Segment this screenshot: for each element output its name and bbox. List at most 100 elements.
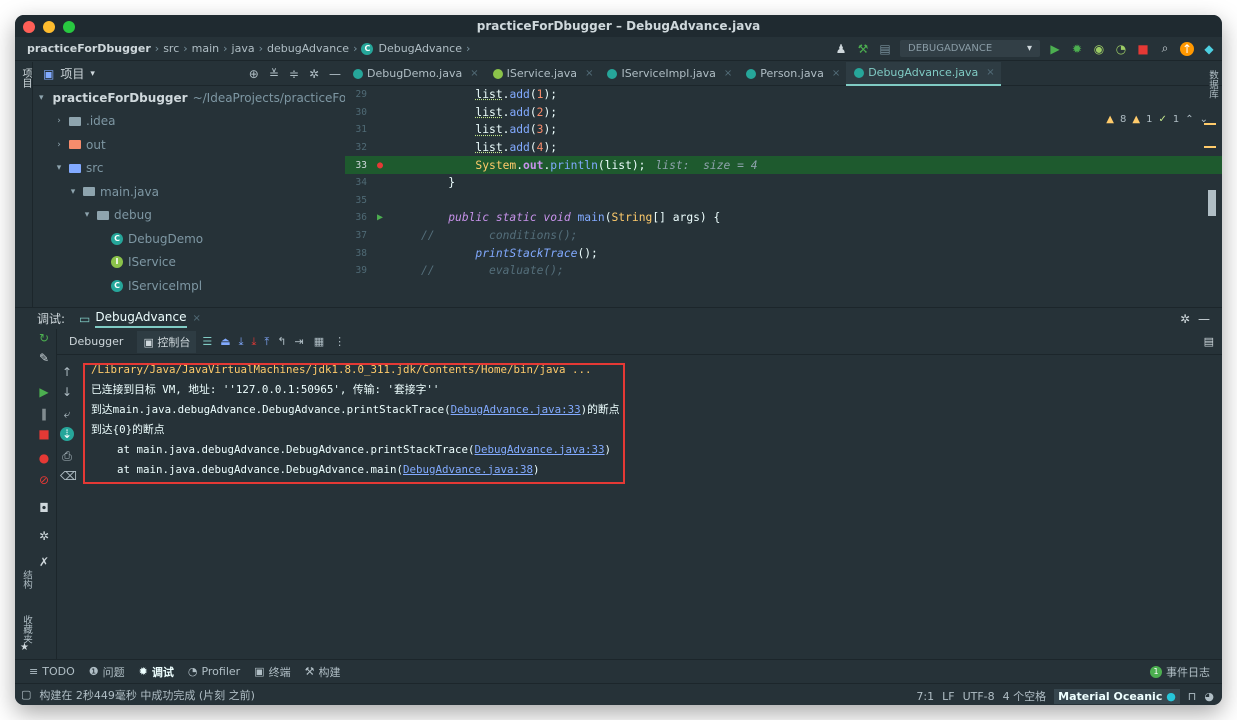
debug-session-tab[interactable]: DebugAdvance bbox=[95, 310, 187, 328]
close-icon[interactable]: × bbox=[724, 68, 732, 79]
theme-widget[interactable]: Material Oceanic ● bbox=[1054, 688, 1180, 704]
tool-tab-3[interactable]: ◔ Profiler bbox=[188, 665, 240, 678]
hide-icon[interactable]: — bbox=[329, 67, 341, 81]
line-number[interactable]: 33 bbox=[345, 160, 373, 171]
tree-item[interactable]: › out bbox=[33, 133, 345, 157]
breakpoint-icon[interactable]: ● bbox=[373, 160, 421, 171]
locate-icon[interactable]: ⊕ bbox=[249, 67, 259, 81]
code-line[interactable]: 34 } bbox=[345, 174, 1222, 192]
step-into-icon[interactable]: ⤓ bbox=[252, 335, 257, 349]
tree-item[interactable]: C IServiceImpl bbox=[33, 274, 345, 298]
arrow-down-icon[interactable]: ↓ bbox=[60, 385, 74, 399]
search-icon[interactable]: ⌕ bbox=[1158, 41, 1172, 56]
database-tool-button[interactable]: 数据库 bbox=[1205, 70, 1219, 99]
tree-item[interactable]: ▾ main.java bbox=[33, 180, 345, 204]
tool-tab-2[interactable]: ✹ 调试 bbox=[139, 664, 174, 680]
close-icon[interactable]: × bbox=[832, 68, 840, 79]
tree-item[interactable]: C DebugDemo bbox=[33, 227, 345, 251]
project-tool-button[interactable]: 项目 bbox=[18, 68, 33, 88]
status-message[interactable]: 构建在 2秒449毫秒 中成功完成 (片刻 之前) bbox=[39, 687, 255, 703]
resume-icon[interactable]: ▶ bbox=[37, 385, 51, 399]
breakpoints-icon[interactable]: ● bbox=[37, 451, 51, 465]
trace-icon[interactable]: ⋮ bbox=[334, 335, 345, 348]
evaluate-icon[interactable]: ▦ bbox=[314, 335, 324, 348]
caret-position[interactable]: 7:1 bbox=[916, 690, 934, 703]
tab-console[interactable]: ▣ 控制台 bbox=[137, 330, 197, 353]
indent-setting[interactable]: 4 个空格 bbox=[1003, 688, 1047, 704]
user-icon[interactable]: ♟ bbox=[834, 42, 848, 56]
run-gutter-icon[interactable]: ▶ bbox=[373, 212, 421, 223]
layout-icon[interactable]: ▤ bbox=[1204, 335, 1214, 348]
breadcrumb-item[interactable]: DebugAdvance bbox=[378, 42, 462, 55]
breadcrumb-item[interactable]: practiceForDbugger bbox=[27, 42, 151, 55]
print-icon[interactable]: ⎙ bbox=[60, 449, 74, 464]
editor-tab[interactable]: DebugAdvance.java × bbox=[846, 62, 1001, 86]
warning-marker[interactable] bbox=[1204, 146, 1216, 148]
chevron-down-icon[interactable]: ▾ bbox=[67, 187, 79, 197]
run-icon[interactable]: ▶ bbox=[1048, 42, 1062, 56]
tree-item[interactable]: ▾ src bbox=[33, 157, 345, 181]
line-number[interactable]: 34 bbox=[345, 177, 373, 188]
gear-icon[interactable]: ✲ bbox=[1180, 312, 1190, 326]
drop-frame-icon[interactable]: ↰ bbox=[277, 335, 286, 348]
tool-tab-4[interactable]: ▣ 终端 bbox=[254, 664, 290, 680]
rerun-icon[interactable]: ↻ bbox=[37, 331, 51, 345]
tool-tab-0[interactable]: ≡ TODO bbox=[29, 665, 75, 678]
warning-marker[interactable] bbox=[1204, 123, 1216, 125]
arrow-up-icon[interactable]: ↑ bbox=[60, 365, 74, 379]
tab-debugger[interactable]: Debugger bbox=[69, 335, 123, 348]
code-line[interactable]: 37 // conditions(); bbox=[345, 227, 1222, 245]
stop-icon[interactable]: ■ bbox=[1136, 42, 1150, 56]
step-out-icon[interactable]: ⤒ bbox=[264, 335, 269, 349]
mute-breakpoints-icon[interactable]: ⊘ bbox=[37, 473, 51, 487]
event-log-button[interactable]: 1 事件日志 bbox=[1150, 664, 1210, 680]
run-config-select[interactable]: DEBUGADVANCE ▾ bbox=[900, 40, 1040, 57]
code-line[interactable]: 35 bbox=[345, 192, 1222, 210]
hide-icon[interactable]: — bbox=[1198, 312, 1210, 326]
tree-item[interactable]: ▾ practiceForDbugger ~/IdeaProjects/practi… bbox=[33, 86, 345, 110]
code-line[interactable]: 31 list.add(3); bbox=[345, 121, 1222, 139]
gear-icon[interactable]: ✲ bbox=[309, 67, 319, 81]
update-icon[interactable]: ↑ bbox=[1180, 41, 1194, 56]
line-number[interactable]: 29 bbox=[345, 89, 373, 100]
scroll-to-end-icon[interactable]: ⇣ bbox=[60, 427, 74, 441]
editor-tab[interactable]: Person.java × bbox=[738, 62, 846, 86]
line-number[interactable]: 36 bbox=[345, 212, 373, 223]
chevron-down-icon[interactable]: ▾ bbox=[53, 163, 65, 173]
trash-icon[interactable]: ⌫ bbox=[60, 469, 77, 483]
breadcrumb-item[interactable]: debugAdvance bbox=[267, 42, 349, 55]
file-encoding[interactable]: UTF-8 bbox=[963, 690, 995, 703]
close-icon[interactable]: × bbox=[585, 68, 593, 79]
plugin-icon[interactable]: ◆ bbox=[1202, 42, 1216, 56]
code-line[interactable]: 38 printStackTrace(); bbox=[345, 244, 1222, 262]
code-line[interactable]: 36 ▶ public static void main(String[] arg… bbox=[345, 209, 1222, 227]
step-over-icon[interactable]: ⤓ bbox=[239, 335, 244, 349]
scrollbar-thumb[interactable] bbox=[1208, 190, 1216, 216]
line-number[interactable]: 31 bbox=[345, 124, 373, 135]
close-icon[interactable]: × bbox=[193, 313, 201, 324]
line-number[interactable]: 30 bbox=[345, 107, 373, 118]
chevron-down-icon[interactable]: ▾ bbox=[90, 69, 95, 79]
line-separator[interactable]: LF bbox=[942, 690, 954, 703]
close-icon[interactable]: × bbox=[986, 67, 994, 78]
notifications-icon[interactable]: ◕ bbox=[1204, 690, 1214, 703]
breadcrumb-item[interactable]: main bbox=[192, 42, 219, 55]
chevron-down-icon[interactable]: ▾ bbox=[81, 210, 93, 220]
coverage-icon[interactable]: ◉ bbox=[1092, 42, 1106, 56]
pin-icon[interactable]: ✗ bbox=[37, 555, 51, 569]
chevron-right-icon[interactable]: › bbox=[53, 116, 65, 126]
hammer-icon[interactable]: ⚒ bbox=[856, 42, 870, 56]
line-number[interactable]: 35 bbox=[345, 195, 373, 206]
pause-icon[interactable]: ∥ bbox=[37, 407, 51, 421]
tree-item[interactable]: › .idea bbox=[33, 110, 345, 134]
gear-icon[interactable]: ✲ bbox=[37, 529, 51, 543]
code-line-breakpoint[interactable]: 33 ● System.out.println(list); list: size … bbox=[345, 156, 1222, 174]
camera-icon[interactable]: ◘ bbox=[37, 501, 51, 515]
structure-tool-button[interactable]: 结构 bbox=[19, 570, 33, 589]
show-execution-point-icon[interactable]: ⏏ bbox=[220, 335, 230, 348]
breadcrumb-item[interactable]: src bbox=[163, 42, 179, 55]
panel-toggle-icon[interactable]: ▢ bbox=[21, 688, 31, 701]
line-number[interactable]: 37 bbox=[345, 230, 373, 241]
tree-item[interactable]: ▾ debug bbox=[33, 204, 345, 228]
tool-tab-1[interactable]: ❶ 问题 bbox=[89, 664, 125, 680]
